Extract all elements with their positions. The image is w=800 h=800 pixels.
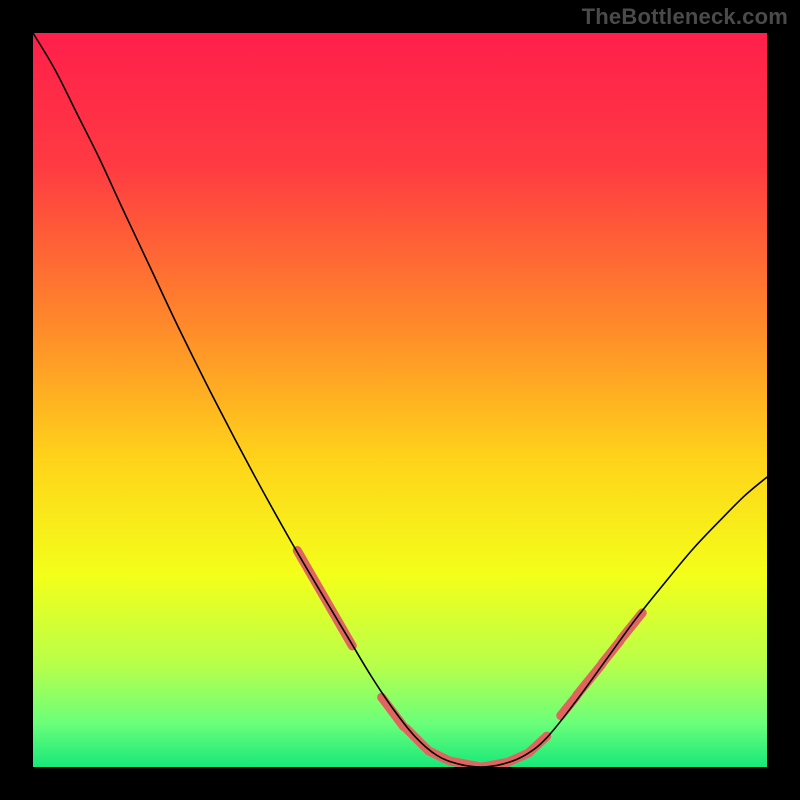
plot-area (33, 33, 767, 767)
gradient-background (33, 33, 767, 767)
chart-frame: TheBottleneck.com (0, 0, 800, 800)
watermark-text: TheBottleneck.com (582, 4, 788, 30)
chart-svg (33, 33, 767, 767)
